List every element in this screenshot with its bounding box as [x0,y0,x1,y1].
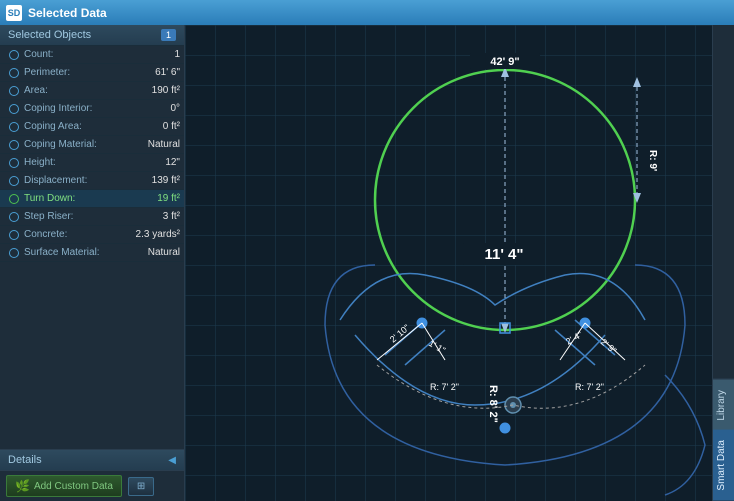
value-concrete: 2.3 yards² [136,229,180,240]
svg-text:R: 7' 2": R: 7' 2" [575,382,604,392]
svg-text:11' 4": 11' 4" [484,246,523,263]
row-icon [8,49,20,61]
label-step-riser: Step Riser: [24,211,163,222]
section-title: Selected Objects [8,29,91,41]
add-custom-icon: 🌿 [15,479,30,493]
row-count: Count: 1 [0,46,184,64]
canvas-svg: 42' 9" R: 9' 11' 4" 2' 10" 1' 1" 2' 4" 2… [185,25,712,501]
side-tabs: Library Smart Data [712,25,734,501]
row-step-riser: Step Riser: 3 ft² [0,208,184,226]
svg-text:R: 7' 2": R: 7' 2" [430,382,459,392]
svg-text:1' 1": 1' 1" [427,338,447,355]
row-displacement: Displacement: 139 ft² [0,172,184,190]
value-step-riser: 3 ft² [163,211,180,222]
object-count-badge: 1 [161,29,176,41]
value-coping-interior: 0° [170,103,180,114]
app-icon: SD [6,5,22,21]
row-icon [8,193,20,205]
value-perimeter: 61' 6" [155,67,180,78]
row-area: Area: 190 ft² [0,82,184,100]
row-concrete: Concrete: 2.3 yards² [0,226,184,244]
label-area: Area: [24,85,152,96]
value-area: 190 ft² [152,85,180,96]
svg-text:R: 8' 2": R: 8' 2" [487,385,499,423]
label-turn-down: Turn Down: [24,193,157,204]
value-count: 1 [174,49,180,60]
row-coping-area: Coping Area: 0 ft² [0,118,184,136]
details-section: Details ◀ 🌿 Add Custom Data ⊞ [0,449,184,501]
label-count: Count: [24,49,174,60]
details-chevron-icon: ◀ [168,455,176,466]
value-coping-area: 0 ft² [163,121,180,132]
label-height: Height: [24,157,165,168]
label-coping-area: Coping Area: [24,121,163,132]
row-icon [8,157,20,169]
row-surface-material: Surface Material: Natural [0,244,184,262]
value-height: 12" [165,157,180,168]
value-coping-material: Natural [148,139,180,150]
svg-text:2' 4": 2' 4" [564,329,584,346]
row-perimeter: Perimeter: 61' 6" [0,64,184,82]
row-icon [8,67,20,79]
library-tab[interactable]: Library [713,379,734,431]
row-icon [8,175,20,187]
row-icon [8,121,20,133]
add-custom-button[interactable]: 🌿 Add Custom Data [6,475,122,497]
label-concrete: Concrete: [24,229,136,240]
row-turn-down: Turn Down: 19 ft² [0,190,184,208]
canvas-area: 42' 9" R: 9' 11' 4" 2' 10" 1' 1" 2' 4" 2… [185,25,712,501]
row-coping-material: Coping Material: Natural [0,136,184,154]
left-panel: Selected Objects 1 Count: 1 Perimeter: 6… [0,25,185,501]
row-icon [8,139,20,151]
row-icon [8,247,20,259]
row-icon [8,85,20,97]
label-coping-interior: Coping Interior: [24,103,170,114]
row-icon [8,229,20,241]
header: SD Selected Data [0,0,734,25]
smart-data-tab[interactable]: Smart Data [713,430,734,501]
calc-icon: ⊞ [137,481,145,492]
value-surface-material: Natural [148,247,180,258]
svg-text:2' 9": 2' 9" [599,337,619,356]
row-coping-interior: Coping Interior: 0° [0,100,184,118]
label-perimeter: Perimeter: [24,67,155,78]
calculator-button[interactable]: ⊞ [128,477,154,496]
row-height: Height: 12" [0,154,184,172]
details-title: Details [8,454,42,466]
bottom-bar: 🌿 Add Custom Data ⊞ [0,470,184,501]
value-turn-down: 19 ft² [157,193,180,204]
row-icon [8,103,20,115]
data-rows: Count: 1 Perimeter: 61' 6" Area: 190 ft²… [0,46,184,449]
label-surface-material: Surface Material: [24,247,148,258]
label-displacement: Displacement: [24,175,152,186]
header-title: Selected Data [28,6,107,20]
svg-text:42' 9": 42' 9" [490,56,519,68]
details-header[interactable]: Details ◀ [0,450,184,470]
section-header: Selected Objects 1 [0,25,184,46]
value-displacement: 139 ft² [152,175,180,186]
row-icon [8,211,20,223]
label-coping-material: Coping Material: [24,139,148,150]
svg-text:R: 9': R: 9' [647,150,658,171]
